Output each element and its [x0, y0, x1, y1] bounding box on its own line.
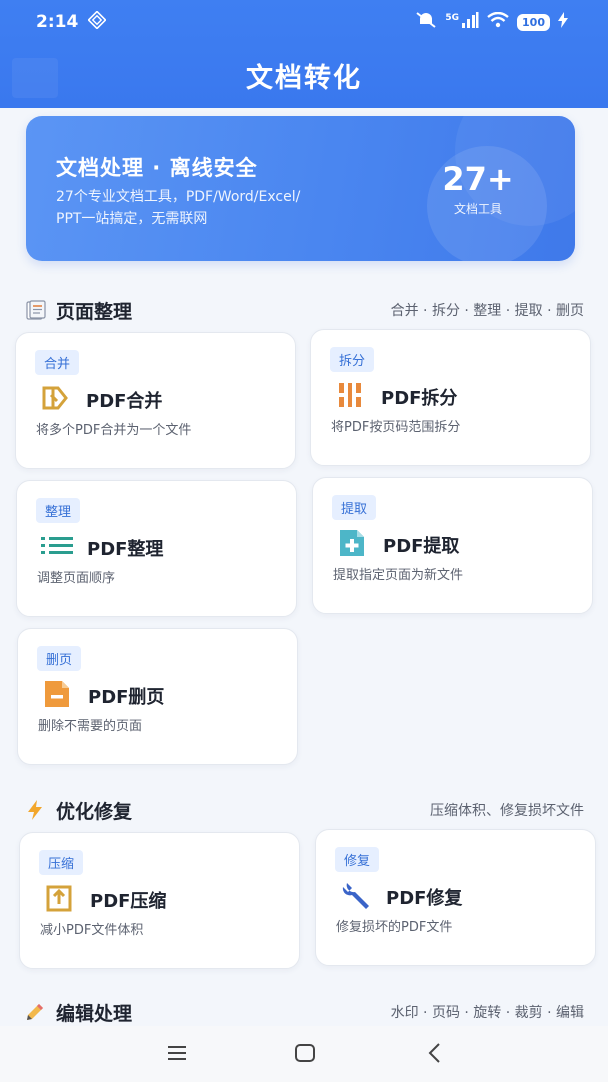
card-description: 删除不需要的页面 — [38, 719, 143, 734]
document-pages-icon — [24, 299, 46, 321]
compress-icon — [44, 883, 74, 913]
tool-card-pdf-extract[interactable]: 提取 PDF提取 提取指定页面为新文件 — [312, 477, 593, 614]
tool-card-pdf-organize[interactable]: 整理 PDF整理 调整页面顺序 — [16, 480, 297, 617]
card-title: PDF整理 — [87, 539, 164, 560]
home-icon[interactable] — [292, 1040, 322, 1068]
card-tag: 整理 — [36, 498, 81, 523]
system-navigation-bar — [0, 1026, 608, 1082]
section-header-edit: 编辑处理 水印 · 页码 · 旋转 · 裁剪 · 编辑 — [24, 998, 584, 1026]
card-title: PDF删页 — [88, 687, 165, 708]
feature-banner: 文档处理 · 离线安全 27个专业文档工具，PDF/Word/Excel/ PP… — [26, 116, 575, 261]
delete-page-icon — [42, 679, 72, 709]
card-tag: 修复 — [335, 847, 380, 872]
tool-card-pdf-merge[interactable]: 合并 PDF合并 将多个PDF合并为一个文件 — [15, 332, 296, 469]
section-subtitle: 合并 · 拆分 · 整理 · 提取 · 删页 — [390, 303, 584, 319]
tool-card-pdf-split[interactable]: 拆分 PDF拆分 将PDF按页码范围拆分 — [310, 329, 591, 466]
tool-count-value: 27+ — [442, 160, 514, 198]
card-description: 修复损坏的PDF文件 — [336, 920, 453, 935]
card-tag: 合并 — [35, 350, 80, 375]
card-tag: 提取 — [332, 495, 377, 520]
battery-indicator: 100 — [517, 13, 550, 31]
card-title: PDF合并 — [86, 391, 163, 412]
tool-card-pdf-delete-page[interactable]: 删页 PDF删页 删除不需要的页面 — [17, 628, 298, 765]
page-title: 文档转化 — [246, 63, 362, 94]
card-description: 调整页面顺序 — [37, 571, 116, 586]
card-title: PDF拆分 — [381, 388, 458, 409]
card-description: 将多个PDF合并为一个文件 — [36, 423, 192, 438]
section-title: 编辑处理 — [56, 1002, 133, 1025]
card-title: PDF压缩 — [90, 891, 167, 912]
app-header: 2:14 5G 100 文档转化 — [0, 0, 608, 108]
section-header-optimize: 优化修复 压缩体积、修复损坏文件 — [24, 796, 584, 824]
banner-title: 文档处理 · 离线安全 — [56, 156, 258, 180]
tool-card-pdf-repair[interactable]: 修复 PDF修复 修复损坏的PDF文件 — [315, 829, 596, 966]
card-tag: 删页 — [37, 646, 82, 671]
cast-icon — [87, 9, 107, 34]
tool-card-pdf-compress[interactable]: 压缩 PDF压缩 减小PDF文件体积 — [19, 832, 300, 969]
card-description: 减小PDF文件体积 — [40, 923, 144, 938]
mute-icon — [415, 11, 437, 34]
extract-icon — [337, 528, 367, 558]
tool-count: 27+ 文档工具 — [423, 160, 533, 217]
lightning-icon — [24, 799, 46, 821]
section-header-page-organize: 页面整理 合并 · 拆分 · 整理 · 提取 · 删页 — [24, 296, 584, 324]
charging-icon — [558, 11, 568, 33]
wrench-icon — [340, 880, 370, 910]
wifi-icon — [487, 11, 509, 33]
back-icon[interactable] — [422, 1040, 452, 1068]
section-subtitle: 水印 · 页码 · 旋转 · 裁剪 · 编辑 — [390, 1005, 584, 1021]
network-type: 5G — [445, 13, 460, 23]
card-title: PDF修复 — [386, 888, 463, 909]
section-title: 页面整理 — [56, 300, 133, 323]
recent-apps-icon[interactable] — [164, 1040, 194, 1068]
list-icon — [41, 531, 73, 561]
status-time: 2:14 — [36, 12, 79, 32]
card-description: 提取指定页面为新文件 — [333, 568, 464, 583]
merge-icon — [40, 383, 70, 413]
card-tag: 压缩 — [39, 850, 84, 875]
banner-description: 27个专业文档工具，PDF/Word/Excel/ PPT一站搞定，无需联网 — [56, 189, 301, 227]
card-title: PDF提取 — [383, 536, 460, 557]
card-description: 将PDF按页码范围拆分 — [331, 420, 461, 435]
signal-icon — [461, 11, 479, 33]
section-subtitle: 压缩体积、修复损坏文件 — [430, 803, 584, 819]
card-tag: 拆分 — [330, 347, 375, 372]
pencil-icon — [24, 1001, 46, 1023]
status-bar: 2:14 5G 100 — [0, 0, 608, 44]
split-icon — [335, 380, 365, 410]
section-title: 优化修复 — [56, 800, 133, 823]
tool-count-label: 文档工具 — [453, 202, 502, 216]
